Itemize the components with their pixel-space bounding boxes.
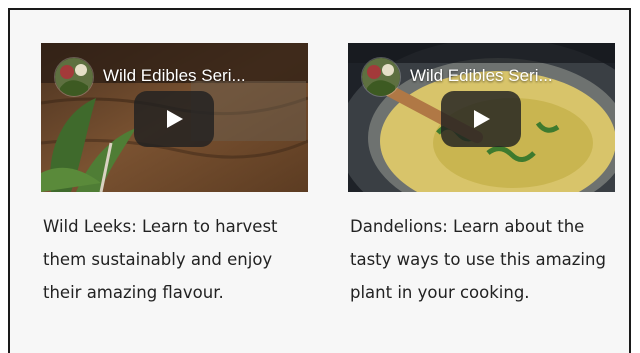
play-button[interactable] [134,91,214,147]
video-title[interactable]: Wild Edibles Seri... [103,66,300,86]
play-icon [167,110,183,128]
video-card-dandelions: Wild Edibles Seri... Dandelions: Learn a… [348,43,616,309]
video-panel: Wild Edibles Seri... Wild Leeks: Learn t… [8,8,631,353]
video-description: Dandelions: Learn about the tasty ways t… [350,217,606,302]
video-player-dandelions[interactable]: Wild Edibles Seri... [348,43,615,192]
video-title[interactable]: Wild Edibles Seri... [410,66,607,86]
play-icon [474,110,490,128]
channel-avatar [361,57,401,97]
video-card-wild-leeks: Wild Edibles Seri... Wild Leeks: Learn t… [41,43,309,309]
channel-avatar [54,57,94,97]
video-description: Wild Leeks: Learn to harvest them sustai… [43,217,278,302]
video-player-wild-leeks[interactable]: Wild Edibles Seri... [41,43,308,192]
play-button[interactable] [441,91,521,147]
